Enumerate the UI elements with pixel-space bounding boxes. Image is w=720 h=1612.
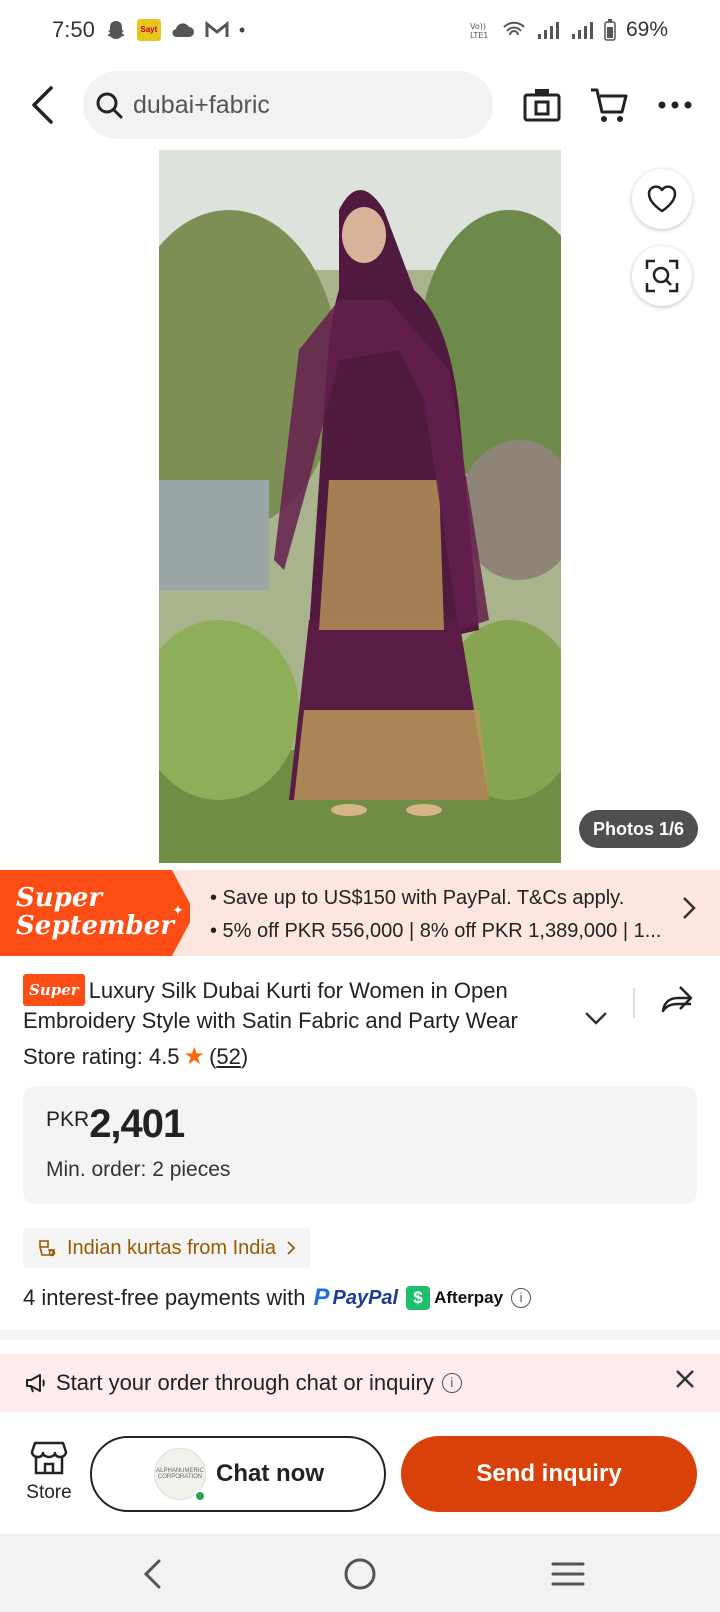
product-photo[interactable] [159, 150, 561, 863]
rating-count-close: ) [240, 1043, 249, 1069]
nav-recents-button[interactable] [546, 1552, 590, 1596]
status-right: Vo)) LTE1 69% [470, 18, 668, 42]
product-title: Super Luxury Silk Dubai Kurti for Women i… [23, 974, 623, 1036]
price-value: 2,401 [89, 1102, 185, 1146]
favorite-button[interactable] [632, 169, 692, 229]
dot-icon: • [238, 19, 246, 40]
promo-lines: • Save up to US$150 with PayPal. T&Cs ap… [210, 882, 670, 948]
app-notification-icon: Sayt [136, 19, 161, 41]
signal-icon-1 [537, 22, 559, 39]
info-icon[interactable]: i [441, 1373, 462, 1393]
back-icon [32, 86, 53, 124]
product-gallery[interactable]: Photos 1/6 [0, 150, 720, 866]
chevron-right-icon [287, 1241, 296, 1255]
product-photo-illustration [159, 150, 561, 863]
status-bar: 7:50 Sayt • Vo)) LTE1 69% [0, 0, 720, 60]
section-separator [0, 1330, 720, 1340]
visual-search-button[interactable] [632, 246, 692, 306]
chevron-right-icon[interactable] [682, 896, 696, 920]
status-left: 7:50 Sayt • [52, 17, 245, 43]
online-indicator [194, 1490, 206, 1502]
promo-badge-line1: Super [16, 883, 103, 913]
price: PKR 2,401 [46, 1102, 185, 1147]
close-icon[interactable] [674, 1368, 696, 1390]
nav-back-icon [143, 1559, 161, 1589]
nav-back-button[interactable] [130, 1552, 174, 1596]
camera-icon [523, 89, 561, 122]
promo-banner[interactable]: Super September ✦ • Save up to US$150 wi… [0, 870, 720, 956]
signal-icon-2 [571, 22, 593, 39]
bottom-action-bar: Store ALPHANUMERIC CORPORATION Chat now … [0, 1418, 720, 1538]
min-order: Min. order: 2 pieces [46, 1158, 231, 1181]
super-badge: Super [23, 974, 85, 1006]
chat-now-label: Chat now [216, 1460, 324, 1487]
price-box: PKR 2,401 Min. order: 2 pieces [23, 1086, 697, 1204]
promo-line-discount: • 5% off PKR 556,000 | 8% off PKR 1,389,… [210, 920, 662, 942]
info-icon[interactable]: i [511, 1288, 532, 1308]
promo-badge-line2: September [16, 911, 174, 941]
send-inquiry-label: Send inquiry [476, 1460, 622, 1487]
search-icon [96, 92, 123, 119]
ship-icon [39, 1240, 56, 1257]
origin-chip[interactable]: Indian kurtas from India [23, 1228, 310, 1268]
rating-count[interactable]: 52 [216, 1044, 240, 1070]
photo-counter: Photos 1/6 [578, 810, 698, 848]
payment-options[interactable]: 4 interest-free payments with P PayPal $ A… [23, 1284, 532, 1312]
camera-search-button[interactable] [519, 82, 565, 128]
cart-icon [591, 88, 628, 122]
more-button[interactable] [652, 82, 698, 128]
super-september-badge: Super September [0, 870, 190, 956]
nav-menu-icon [551, 1562, 585, 1586]
store-button[interactable]: Store [18, 1440, 80, 1504]
wifi-icon [503, 21, 525, 36]
search-input[interactable] [133, 90, 463, 120]
promo-line-paypal: • Save up to US$150 with PayPal. T&Cs ap… [210, 887, 625, 909]
paypal-label: PayPal [332, 1286, 399, 1309]
paypal-p-icon: P [313, 1284, 330, 1311]
afterpay-label: Afterpay [434, 1288, 504, 1307]
paypal-logo: P PayPal [313, 1284, 398, 1312]
share-icon[interactable] [660, 984, 694, 1014]
back-button[interactable] [18, 80, 66, 130]
nav-home-icon [344, 1558, 376, 1590]
system-navigation-bar [0, 1534, 720, 1612]
chat-now-button[interactable]: ALPHANUMERIC CORPORATION Chat now [90, 1436, 386, 1512]
cloud-icon [172, 23, 194, 38]
store-label: Store [26, 1482, 72, 1503]
snapchat-icon [106, 21, 125, 39]
cart-button[interactable] [586, 82, 632, 128]
megaphone-icon [26, 1374, 45, 1393]
mail-icon [205, 21, 229, 37]
chevron-down-icon[interactable] [584, 1010, 608, 1026]
status-time: 7:50 [52, 17, 95, 42]
title-divider [633, 988, 635, 1018]
chat-banner-text: Start your order through chat or inquiry [56, 1370, 434, 1395]
visual-search-icon [645, 259, 679, 293]
heart-icon [647, 185, 677, 213]
volte-icon: Vo))LTE1 [470, 22, 488, 40]
afterpay-icon: $ [406, 1286, 431, 1310]
payments-text: 4 interest-free payments with [23, 1285, 306, 1310]
afterpay-logo: $ Afterpay [406, 1286, 503, 1310]
battery-percent: 69% [625, 18, 668, 41]
price-currency: PKR [46, 1108, 90, 1131]
store-rating[interactable]: Store rating: 4.5 ★ (52) [23, 1042, 248, 1071]
battery-icon [604, 19, 616, 41]
sparkle-icon: ✦ [172, 902, 184, 918]
send-inquiry-button[interactable]: Send inquiry [401, 1436, 697, 1512]
store-icon [30, 1441, 68, 1475]
rating-count-open: ( [209, 1043, 217, 1069]
svg-text:LTE1: LTE1 [470, 31, 488, 40]
product-title-text: Luxury Silk Dubai Kurti for Women in Ope… [23, 978, 518, 1033]
nav-home-button[interactable] [338, 1552, 382, 1596]
more-icon [658, 101, 692, 109]
star-icon: ★ [183, 1043, 206, 1070]
svg-text:Vo)): Vo)) [470, 22, 486, 31]
origin-label: Indian kurtas from India [67, 1236, 276, 1259]
store-rating-label: Store rating: 4.5 [23, 1043, 180, 1069]
chat-banner[interactable]: Start your order through chat or inquiry… [0, 1354, 720, 1412]
top-bar [0, 70, 720, 140]
search-box[interactable] [83, 71, 493, 139]
